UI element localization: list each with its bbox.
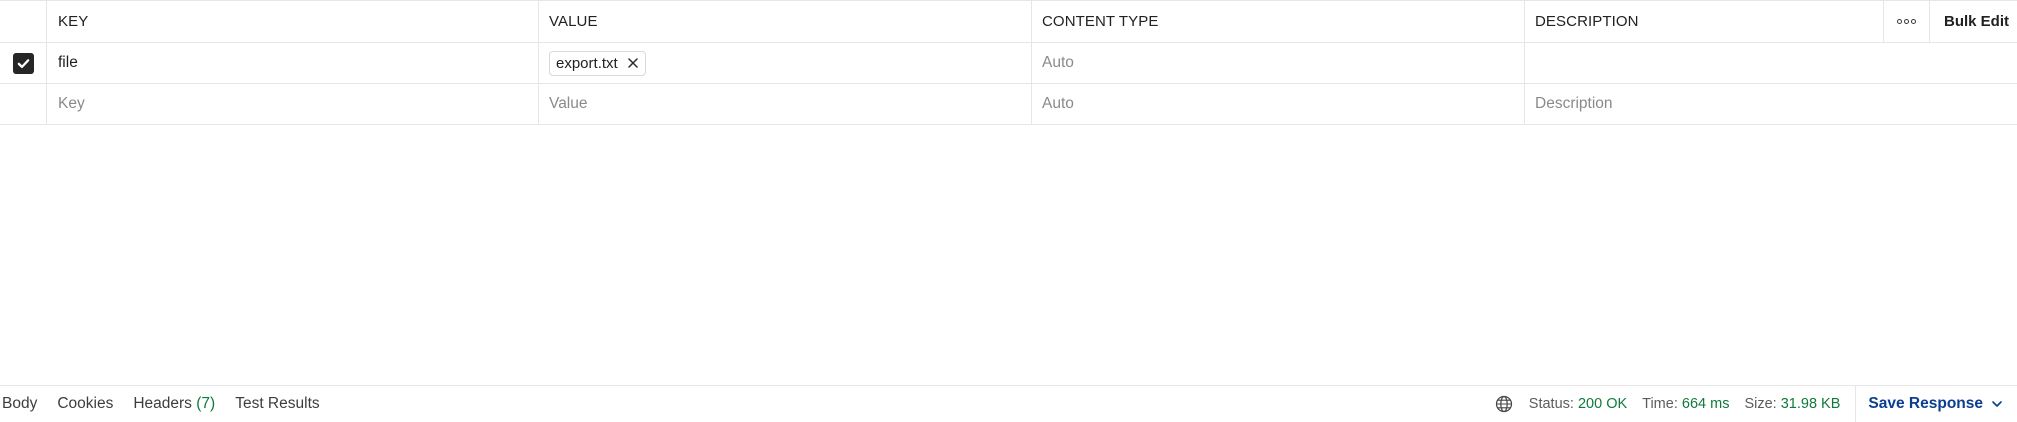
form-data-table: KEY VALUE CONTENT TYPE DESCRIPTION Bulk … <box>0 0 2017 125</box>
chevron-down-icon <box>1992 401 2002 407</box>
status-label: Status: <box>1528 396 1574 412</box>
tab-headers[interactable]: Headers (7) <box>133 395 215 413</box>
more-horizontal-icon <box>1897 19 1916 24</box>
bulk-edit-cell: Bulk Edit <box>1930 1 2017 42</box>
tab-body-label: Body <box>2 395 38 412</box>
new-row-check-cell <box>0 84 47 124</box>
table-row: file export.txt Auto <box>0 43 2017 84</box>
time-value: 664 ms <box>1681 396 1730 412</box>
size-value: 31.98 KB <box>1780 396 1841 412</box>
tab-cookies-label: Cookies <box>57 395 114 412</box>
new-description-input[interactable]: Description <box>1525 84 2017 124</box>
new-content-type-input[interactable]: Auto <box>1032 84 1525 124</box>
size-readout[interactable]: Size: 31.98 KB <box>1744 396 1840 412</box>
bulk-edit-button[interactable]: Bulk Edit <box>1944 13 2009 30</box>
status-readout[interactable]: Status: 200 OK <box>1529 396 1627 412</box>
status-value: 200 OK <box>1577 396 1628 412</box>
header-key-cell: KEY <box>47 1 539 42</box>
file-chip: export.txt <box>549 50 646 76</box>
table-header-row: KEY VALUE CONTENT TYPE DESCRIPTION Bulk … <box>0 0 2017 43</box>
description-column-header: DESCRIPTION <box>1535 13 1639 30</box>
response-status-bar: Body Cookies Headers (7) Test Results St… <box>0 385 2017 422</box>
row-value-field[interactable]: export.txt <box>539 43 1032 83</box>
file-name: export.txt <box>556 54 618 72</box>
tab-test-results[interactable]: Test Results <box>235 395 319 413</box>
tab-body[interactable]: Body <box>2 395 37 413</box>
row-content-type-field[interactable]: Auto <box>1032 43 1525 83</box>
key-column-header: KEY <box>58 13 89 30</box>
response-meta: Status: 200 OK Time: 664 ms Size: 31.98 … <box>1495 386 2017 422</box>
new-value-input[interactable]: Value <box>539 84 1032 124</box>
tab-cookies[interactable]: Cookies <box>57 395 113 413</box>
time-label: Time: <box>1642 396 1678 412</box>
header-description-cell: DESCRIPTION <box>1525 1 1884 42</box>
row-check-cell <box>0 43 47 83</box>
response-tabs: Body Cookies Headers (7) Test Results <box>0 395 320 413</box>
value-column-header: VALUE <box>549 13 598 30</box>
content-type-column-header: CONTENT TYPE <box>1042 13 1159 30</box>
tab-headers-label: Headers <box>133 395 192 412</box>
more-options-button[interactable] <box>1884 1 1930 42</box>
globe-icon[interactable] <box>1495 395 1513 413</box>
save-response-button[interactable]: Save Response <box>1855 386 2017 422</box>
request-body-panel: KEY VALUE CONTENT TYPE DESCRIPTION Bulk … <box>0 0 2017 422</box>
new-value-placeholder: Value <box>549 95 588 112</box>
new-content-type-placeholder: Auto <box>1042 95 1074 112</box>
row-key-text: file <box>58 54 78 71</box>
tab-test-results-label: Test Results <box>235 395 320 412</box>
time-readout[interactable]: Time: 664 ms <box>1642 396 1729 412</box>
row-description-field[interactable] <box>1525 43 2017 83</box>
close-icon[interactable] <box>627 58 638 68</box>
headers-count: (7) <box>196 395 216 412</box>
header-check-cell <box>0 1 47 42</box>
new-key-input[interactable]: Key <box>47 84 539 124</box>
check-icon <box>17 58 29 68</box>
table-row-new: Key Value Auto Description <box>0 84 2017 125</box>
save-response-label: Save Response <box>1868 395 1983 412</box>
new-key-placeholder: Key <box>58 95 85 112</box>
row-key-field[interactable]: file <box>47 43 539 83</box>
size-label: Size: <box>1744 396 1777 412</box>
new-description-placeholder: Description <box>1535 95 1613 112</box>
header-content-type-cell: CONTENT TYPE <box>1032 1 1525 42</box>
row-content-type-placeholder: Auto <box>1042 54 1074 71</box>
header-value-cell: VALUE <box>539 1 1032 42</box>
row-enabled-checkbox[interactable] <box>12 52 34 74</box>
